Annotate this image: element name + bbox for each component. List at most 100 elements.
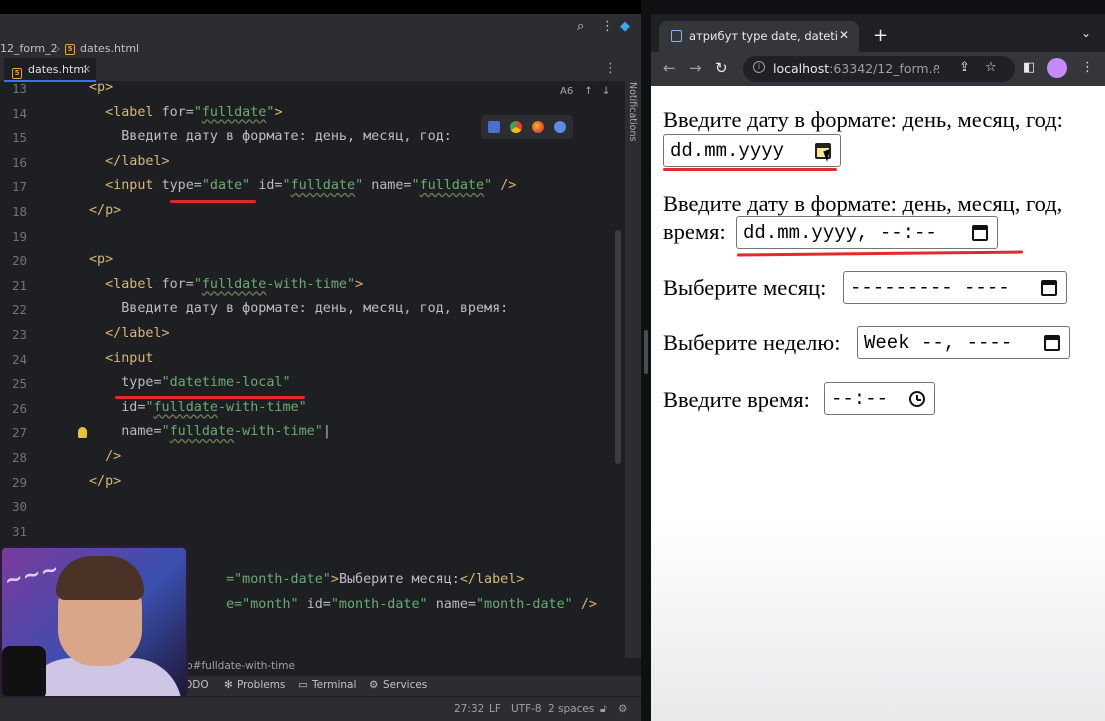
month-input[interactable]: --------- ---- [843, 271, 1067, 304]
arrow-down-icon[interactable]: ↓ [602, 86, 610, 97]
label-week: Выберите неделю: [663, 330, 841, 355]
code-line[interactable]: 17 <input type="date" id="fulldate" name… [0, 176, 625, 201]
microphone [2, 646, 46, 696]
ide-window: ⌕ ⋮ ◆ 12_form_2 › 5 dates.html 5 dates.h… [0, 0, 641, 721]
settings-icon[interactable]: ⚙ [618, 703, 627, 715]
builtin-preview-icon[interactable] [488, 121, 500, 133]
code-text: <input [105, 350, 154, 366]
line-number: 25 [11, 376, 27, 392]
line-number: 14 [11, 105, 27, 121]
arrow-up-icon[interactable]: ↑ [584, 86, 592, 97]
calendar-icon[interactable] [1044, 335, 1060, 351]
more-vertical-icon[interactable]: ⋮ [604, 61, 617, 76]
browser-tab[interactable]: атрибут type date, datetime-lo ✕ [659, 21, 859, 52]
caret-position[interactable]: 27:32 [454, 703, 484, 715]
reload-icon[interactable]: ↻ [715, 59, 728, 77]
code-text: <label for="fulldate-with-time"> [105, 276, 364, 292]
tool-problems[interactable]: Problems [237, 679, 285, 691]
label-time: Введите время: [663, 387, 810, 412]
close-icon[interactable]: ✕ [839, 28, 849, 42]
line-number: 21 [11, 277, 27, 293]
code-line[interactable]: 24 <input [0, 349, 625, 374]
time-input-value: --:-- [831, 388, 889, 410]
forward-arrow-icon[interactable]: → [689, 59, 702, 77]
annotation-underline-datetime-local [115, 396, 305, 399]
page-content: Введите дату в формате: день, месяц, год… [651, 86, 1105, 721]
code-line[interactable]: 27 name="fulldate-with-time"| [0, 422, 625, 447]
ide-toolbar: ⌕ ⋮ ◆ [0, 14, 641, 40]
calendar-icon[interactable] [972, 225, 988, 241]
editor-scrollbar[interactable] [615, 230, 621, 464]
code-line[interactable]: 31 [0, 521, 625, 546]
tool-terminal[interactable]: Terminal [312, 679, 356, 691]
label-fulldate-with-time-line2: время: [663, 219, 726, 244]
code-line[interactable]: 19 [0, 226, 625, 251]
code-line[interactable]: 18 </p> [0, 201, 625, 226]
month-input-value: --------- ---- [850, 277, 1010, 299]
line-number: 31 [11, 523, 27, 539]
lock-icon[interactable]: 🔓︎ [600, 703, 607, 716]
calendar-icon[interactable] [1041, 280, 1057, 296]
new-tab-plus-icon[interactable]: + [873, 25, 888, 46]
code-line[interactable]: 29 </p> [0, 472, 625, 497]
line-separator[interactable]: LF [489, 703, 501, 715]
back-arrow-icon[interactable]: ← [663, 59, 676, 77]
code-line[interactable]: 21 <label for="fulldate-with-time"> [0, 275, 625, 300]
breadcrumb-project[interactable]: 12_form_2 [0, 42, 58, 55]
breadcrumb-file[interactable]: dates.html [80, 42, 139, 55]
split-divider[interactable] [641, 0, 651, 721]
indent-setting[interactable]: 2 spaces [548, 703, 594, 715]
bookmark-star-icon[interactable]: ☆ [985, 60, 997, 75]
tool-services[interactable]: Services [383, 679, 427, 691]
code-line[interactable]: 28 /> [0, 447, 625, 472]
line-number: 19 [11, 228, 27, 244]
status-crumb[interactable]: p#fulldate-with-time [186, 660, 295, 672]
split-handle[interactable] [644, 330, 648, 374]
date-input[interactable]: dd.mm.yyyy [663, 134, 841, 167]
more-vertical-icon[interactable]: ⋮ [601, 19, 614, 34]
code-line[interactable]: 23 </label> [0, 324, 625, 349]
code-text: Введите дату в формате: день, месяц, год… [121, 129, 452, 145]
datetime-local-input[interactable]: dd.mm.yyyy, --:-- [736, 216, 998, 249]
browser-toolbar: ← → ↻ i localhost:63342/12_form... ⌕ ⇪ ☆… [651, 52, 1105, 86]
search-icon[interactable]: ⌕ [577, 19, 584, 34]
time-input[interactable]: --:-- [824, 382, 935, 415]
code-line[interactable]: 25 type="datetime-local" [0, 373, 625, 398]
address-bar[interactable]: i localhost:63342/12_form... ⌕ ⇪ ☆ [743, 56, 1015, 82]
code-text: type="datetime-local" [121, 375, 291, 391]
ai-assistant-icon[interactable]: ◆ [620, 19, 630, 34]
inspection-widget[interactable]: A6 ↑ ↓ [560, 86, 610, 97]
code-line[interactable]: 22 Введите дату в формате: день, месяц, … [0, 299, 625, 324]
terminal-icon: ▭ [298, 679, 308, 691]
line-number: 23 [11, 327, 27, 342]
code-line[interactable]: 16 </label> [0, 152, 625, 177]
more-vertical-icon[interactable]: ⋮ [1081, 60, 1094, 75]
code-line[interactable]: 26 id="fulldate-with-time" [0, 398, 625, 423]
week-input[interactable]: Week --, ---- [857, 326, 1070, 359]
browser-tab-title: атрибут type date, datetime-lo [689, 29, 839, 43]
clock-icon[interactable] [909, 391, 925, 407]
code-text: <p> [89, 80, 114, 95]
safari-icon[interactable] [554, 121, 566, 133]
code-line[interactable]: 13 <p> [0, 78, 625, 103]
notifications-label[interactable]: Notifications [627, 82, 638, 141]
share-icon[interactable]: ⇪ [959, 60, 970, 75]
line-number: 16 [11, 154, 27, 170]
zoom-icon[interactable]: ⌕ [933, 60, 940, 75]
code-line[interactable]: 20 <p> [0, 250, 625, 275]
site-info-icon[interactable]: i [753, 61, 765, 73]
profile-avatar[interactable] [1047, 58, 1067, 78]
problems-icon: ✻ [224, 679, 233, 691]
annotation-underline-date-input [663, 168, 837, 171]
firefox-icon[interactable] [532, 121, 544, 133]
chevron-down-icon[interactable]: ⌄ [1081, 26, 1091, 40]
ide-top-strip [0, 0, 641, 14]
side-panel-icon[interactable]: ◧ [1023, 60, 1035, 75]
lightbulb-icon[interactable] [78, 427, 87, 438]
file-encoding[interactable]: UTF-8 [511, 703, 542, 715]
label-fulldate: Введите дату в формате: день, месяц, год… [663, 107, 1063, 132]
code-line[interactable]: 30 [0, 496, 625, 521]
breadcrumb-separator: › [56, 42, 61, 55]
close-icon[interactable]: ✕ [82, 63, 91, 76]
chrome-icon[interactable] [510, 121, 522, 133]
